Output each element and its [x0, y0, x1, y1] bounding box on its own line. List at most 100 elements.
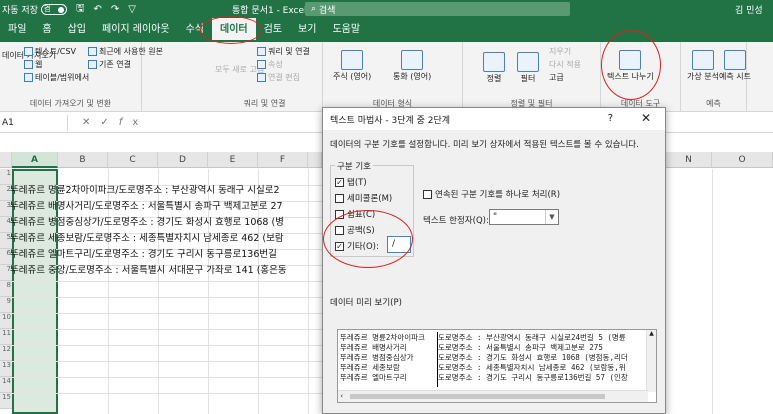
undo-icon[interactable]: ↶ [94, 4, 102, 15]
web-icon [24, 60, 33, 69]
column-header-f[interactable]: F [258, 152, 308, 168]
consecutive-delimiters-checkbox[interactable]: 연속된 구분 기호를 하나로 처리(R) [423, 188, 560, 200]
reapply-button[interactable]: 다시 적용 [549, 59, 581, 70]
name-box[interactable]: A1 [0, 114, 68, 131]
row-header[interactable]: 9 [0, 297, 12, 313]
tab-review[interactable]: 검토 [256, 18, 290, 42]
tab-checkbox[interactable]: ✓ 탭(T) [335, 176, 367, 188]
preview-horizontal-scrollbar[interactable]: ‹ [338, 390, 648, 402]
tab-page-layout[interactable]: 페이지 레이아웃 [94, 18, 178, 42]
search-box[interactable]: ⌕ 검색 [305, 2, 570, 16]
preview-vertical-scrollbar[interactable]: ▲ [646, 330, 656, 392]
column-header-d[interactable]: D [158, 152, 208, 168]
checkbox-empty-icon [335, 209, 344, 219]
from-table-button[interactable]: 테이블/범위에서 [24, 72, 89, 83]
recent-sources-button[interactable]: 최근에 사용한 원본 [88, 46, 163, 57]
tab-home[interactable]: 홈 [34, 18, 59, 42]
column-header-a[interactable]: A [12, 152, 58, 168]
row-header[interactable]: 14 [0, 377, 12, 393]
cell-a6[interactable]: 뚜레쥬르 엘마트구리/도로명주소 : 경기도 구리시 동구릉로136번길 [10, 247, 277, 263]
what-if-icon [691, 50, 714, 70]
row-header[interactable]: 10 [0, 313, 12, 329]
cell-a2[interactable]: 뚜레쥬르 명륜2차아이파크/도로명주소 : 부산광역시 동래구 시실로2 [10, 183, 280, 199]
help-button[interactable]: ? [608, 113, 613, 124]
semicolon-checkbox[interactable]: 세미콜론(M) [335, 192, 392, 204]
cell-a7[interactable]: 뚜레쥬르 중앙/도로명주소 : 서울특별시 서대문구 가좌로 141 (홍은동 [10, 263, 287, 279]
row-header[interactable]: 13 [0, 361, 12, 377]
save-icon[interactable]: 🖫 [76, 1, 85, 18]
dialog-description: 데이터의 구분 기호를 설정합니다. 미리 보기 상자에서 적용된 텍스트를 볼… [330, 140, 639, 150]
tab-data[interactable]: 데이터 [212, 18, 256, 42]
tab-file[interactable]: 파일 [0, 18, 34, 42]
redo-icon[interactable]: ↷ [111, 4, 119, 15]
ribbon: 데이터 가져오기 텍스트/CSV 웹 테이블/범위에서 최근에 사용한 원본 기… [0, 42, 773, 112]
tab-help[interactable]: 도움말 [324, 18, 368, 42]
check-icon[interactable]: ✓ [100, 117, 118, 128]
gridline [12, 281, 322, 282]
stocks-button[interactable]: 주식 (영어) [333, 50, 371, 82]
properties-button[interactable]: 속성 [257, 59, 283, 70]
advanced-button[interactable]: 고급 [549, 72, 564, 83]
sort-button[interactable]: 정렬 [483, 52, 505, 84]
text-to-columns-icon [619, 50, 642, 70]
other-delimiter-input[interactable]: / [387, 236, 411, 253]
scroll-left-icon[interactable]: ‹ [338, 392, 343, 400]
edit-links-button[interactable]: 연결 편집 [257, 72, 300, 83]
text-qualifier-label: 텍스트 한정자(Q): [423, 216, 489, 226]
comma-checkbox[interactable]: 쉼표(C) [335, 208, 375, 220]
filter-button[interactable]: 필터 [517, 52, 539, 84]
autosave-toggle[interactable]: 켬 [40, 3, 67, 15]
group-label-queries: 쿼리 및 연결 [243, 99, 286, 108]
currency-icon [401, 50, 424, 70]
group-data-types: 주식 (영어) 통화 (영어) 데이터 형식 [323, 42, 463, 112]
row-header[interactable]: 11 [0, 329, 12, 345]
column-header-b[interactable]: B [58, 152, 108, 168]
queries-connections-button[interactable]: 쿼리 및 연결 [257, 46, 310, 57]
scroll-up-icon[interactable]: ▲ [649, 330, 654, 337]
title-bar: 자동 저장 켬 🖫 ↶ ↷ ▽ 통합 문서1 - Excel ⌕ 검색 김 민성 [0, 0, 773, 18]
close-icon[interactable]: ✕ [82, 117, 100, 128]
sort-icon [483, 52, 505, 72]
row-header[interactable]: 15 [0, 393, 12, 409]
fx-icon[interactable]: fx [119, 117, 148, 128]
cell-a4[interactable]: 뚜레쥬르 병점중심상가/도로명주소 : 경기도 화성시 효행로 1068 (병 [10, 215, 284, 231]
text-qualifier-select[interactable]: " ▼ [489, 209, 559, 225]
preview-label: 데이터 미리 보기(P) [330, 298, 402, 308]
cell-a5[interactable]: 뚜레쥬르 세종보람/도로명주소 : 세종특별자치시 남세종로 462 (보람 [10, 231, 284, 247]
column-header-e[interactable]: E [208, 152, 258, 168]
tab-view[interactable]: 보기 [290, 18, 324, 42]
column-header-n[interactable]: N [666, 152, 712, 168]
column-header-c[interactable]: C [108, 152, 158, 168]
filter-quick-icon[interactable]: ▽ [128, 4, 136, 15]
tab-insert[interactable]: 삽입 [60, 18, 94, 42]
what-if-button[interactable]: 가상 분석 [687, 50, 719, 82]
delimiters-group: 구분 기호 ✓ 탭(T) 세미콜론(M) 쉼표(C) 공백(S) ✓ 기타(O): … [330, 160, 414, 257]
forecast-icon [723, 50, 746, 70]
web-button[interactable]: 웹 [24, 59, 42, 70]
row-header[interactable]: 8 [0, 281, 12, 297]
search-placeholder: 검색 [318, 5, 336, 16]
text-csv-button[interactable]: 텍스트/CSV [24, 46, 76, 57]
checkbox-checked-icon: ✓ [335, 177, 344, 187]
space-checkbox[interactable]: 공백(S) [335, 224, 375, 236]
data-preview[interactable]: 뚜레쥬르 명륜2차아이파크 도로명주소 : 부산광역시 동래구 시실로24번길 5… [337, 329, 657, 403]
checkbox-checked-icon: ✓ [335, 241, 344, 251]
currencies-button[interactable]: 통화 (영어) [393, 50, 431, 82]
column-header-g[interactable] [308, 152, 322, 168]
dialog-title-bar: 텍스트 마법사 - 3단계 중 2단계 ? ✕ [323, 108, 665, 130]
cell-a3[interactable]: 뚜레쥬르 배명사거리/도로명주소 : 서울특별시 송파구 백제고분로 27 [10, 199, 283, 215]
close-button[interactable]: ✕ [641, 111, 651, 125]
select-all-corner[interactable] [0, 152, 12, 168]
user-name[interactable]: 김 민성 [735, 3, 763, 16]
column-header-o[interactable]: O [712, 152, 773, 168]
other-checkbox[interactable]: ✓ 기타(O): [335, 240, 379, 252]
tab-formulas[interactable]: 수식 [178, 18, 212, 42]
existing-connections-button[interactable]: 기존 연결 [88, 59, 131, 70]
clear-button[interactable]: 지우기 [549, 46, 571, 57]
forecast-sheet-button[interactable]: 예측 시트 [719, 50, 751, 82]
chevron-down-icon: ▼ [545, 210, 558, 224]
text-to-columns-button[interactable]: 텍스트 나누기 [607, 50, 654, 82]
scrollbar-thumb[interactable] [350, 394, 605, 399]
dialog-title: 텍스트 마법사 - 3단계 중 2단계 [330, 115, 451, 126]
row-header[interactable]: 12 [0, 345, 12, 361]
